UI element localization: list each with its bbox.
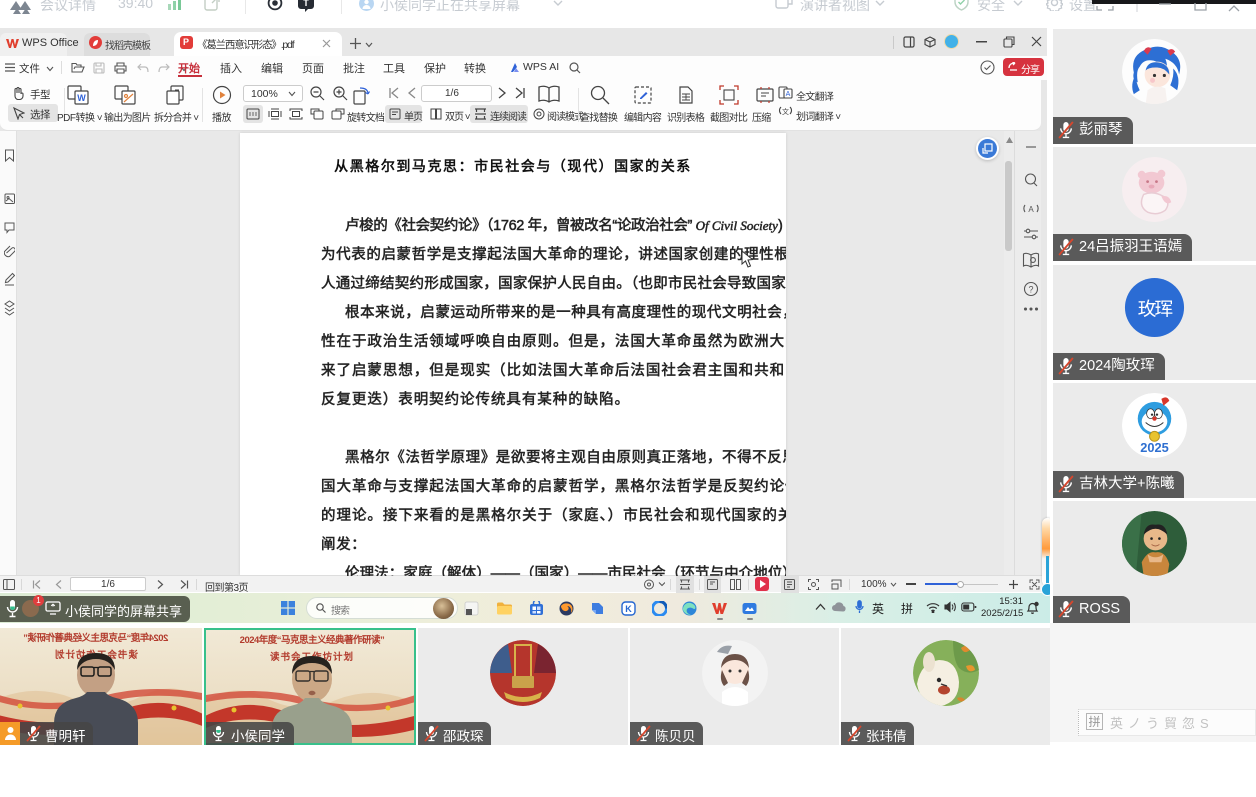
svg-text:A: A (786, 91, 791, 98)
svg-text:W: W (77, 93, 86, 103)
svg-text:文: 文 (782, 107, 789, 116)
svg-text:T: T (303, 0, 309, 8)
svg-text:K: K (625, 604, 632, 614)
svg-text:?: ? (1028, 285, 1033, 295)
svg-text:A: A (1028, 205, 1034, 214)
svg-text:2024年度“马克思主义经典著作研读”: 2024年度“马克思主义经典著作研读” (240, 634, 385, 646)
svg-text:玫珲: 玫珲 (1138, 298, 1173, 319)
svg-text:2024年度“马克思主义经典著作研读”: 2024年度“马克思主义经典著作研读” (23, 632, 168, 644)
svg-text:2025: 2025 (1140, 440, 1168, 455)
